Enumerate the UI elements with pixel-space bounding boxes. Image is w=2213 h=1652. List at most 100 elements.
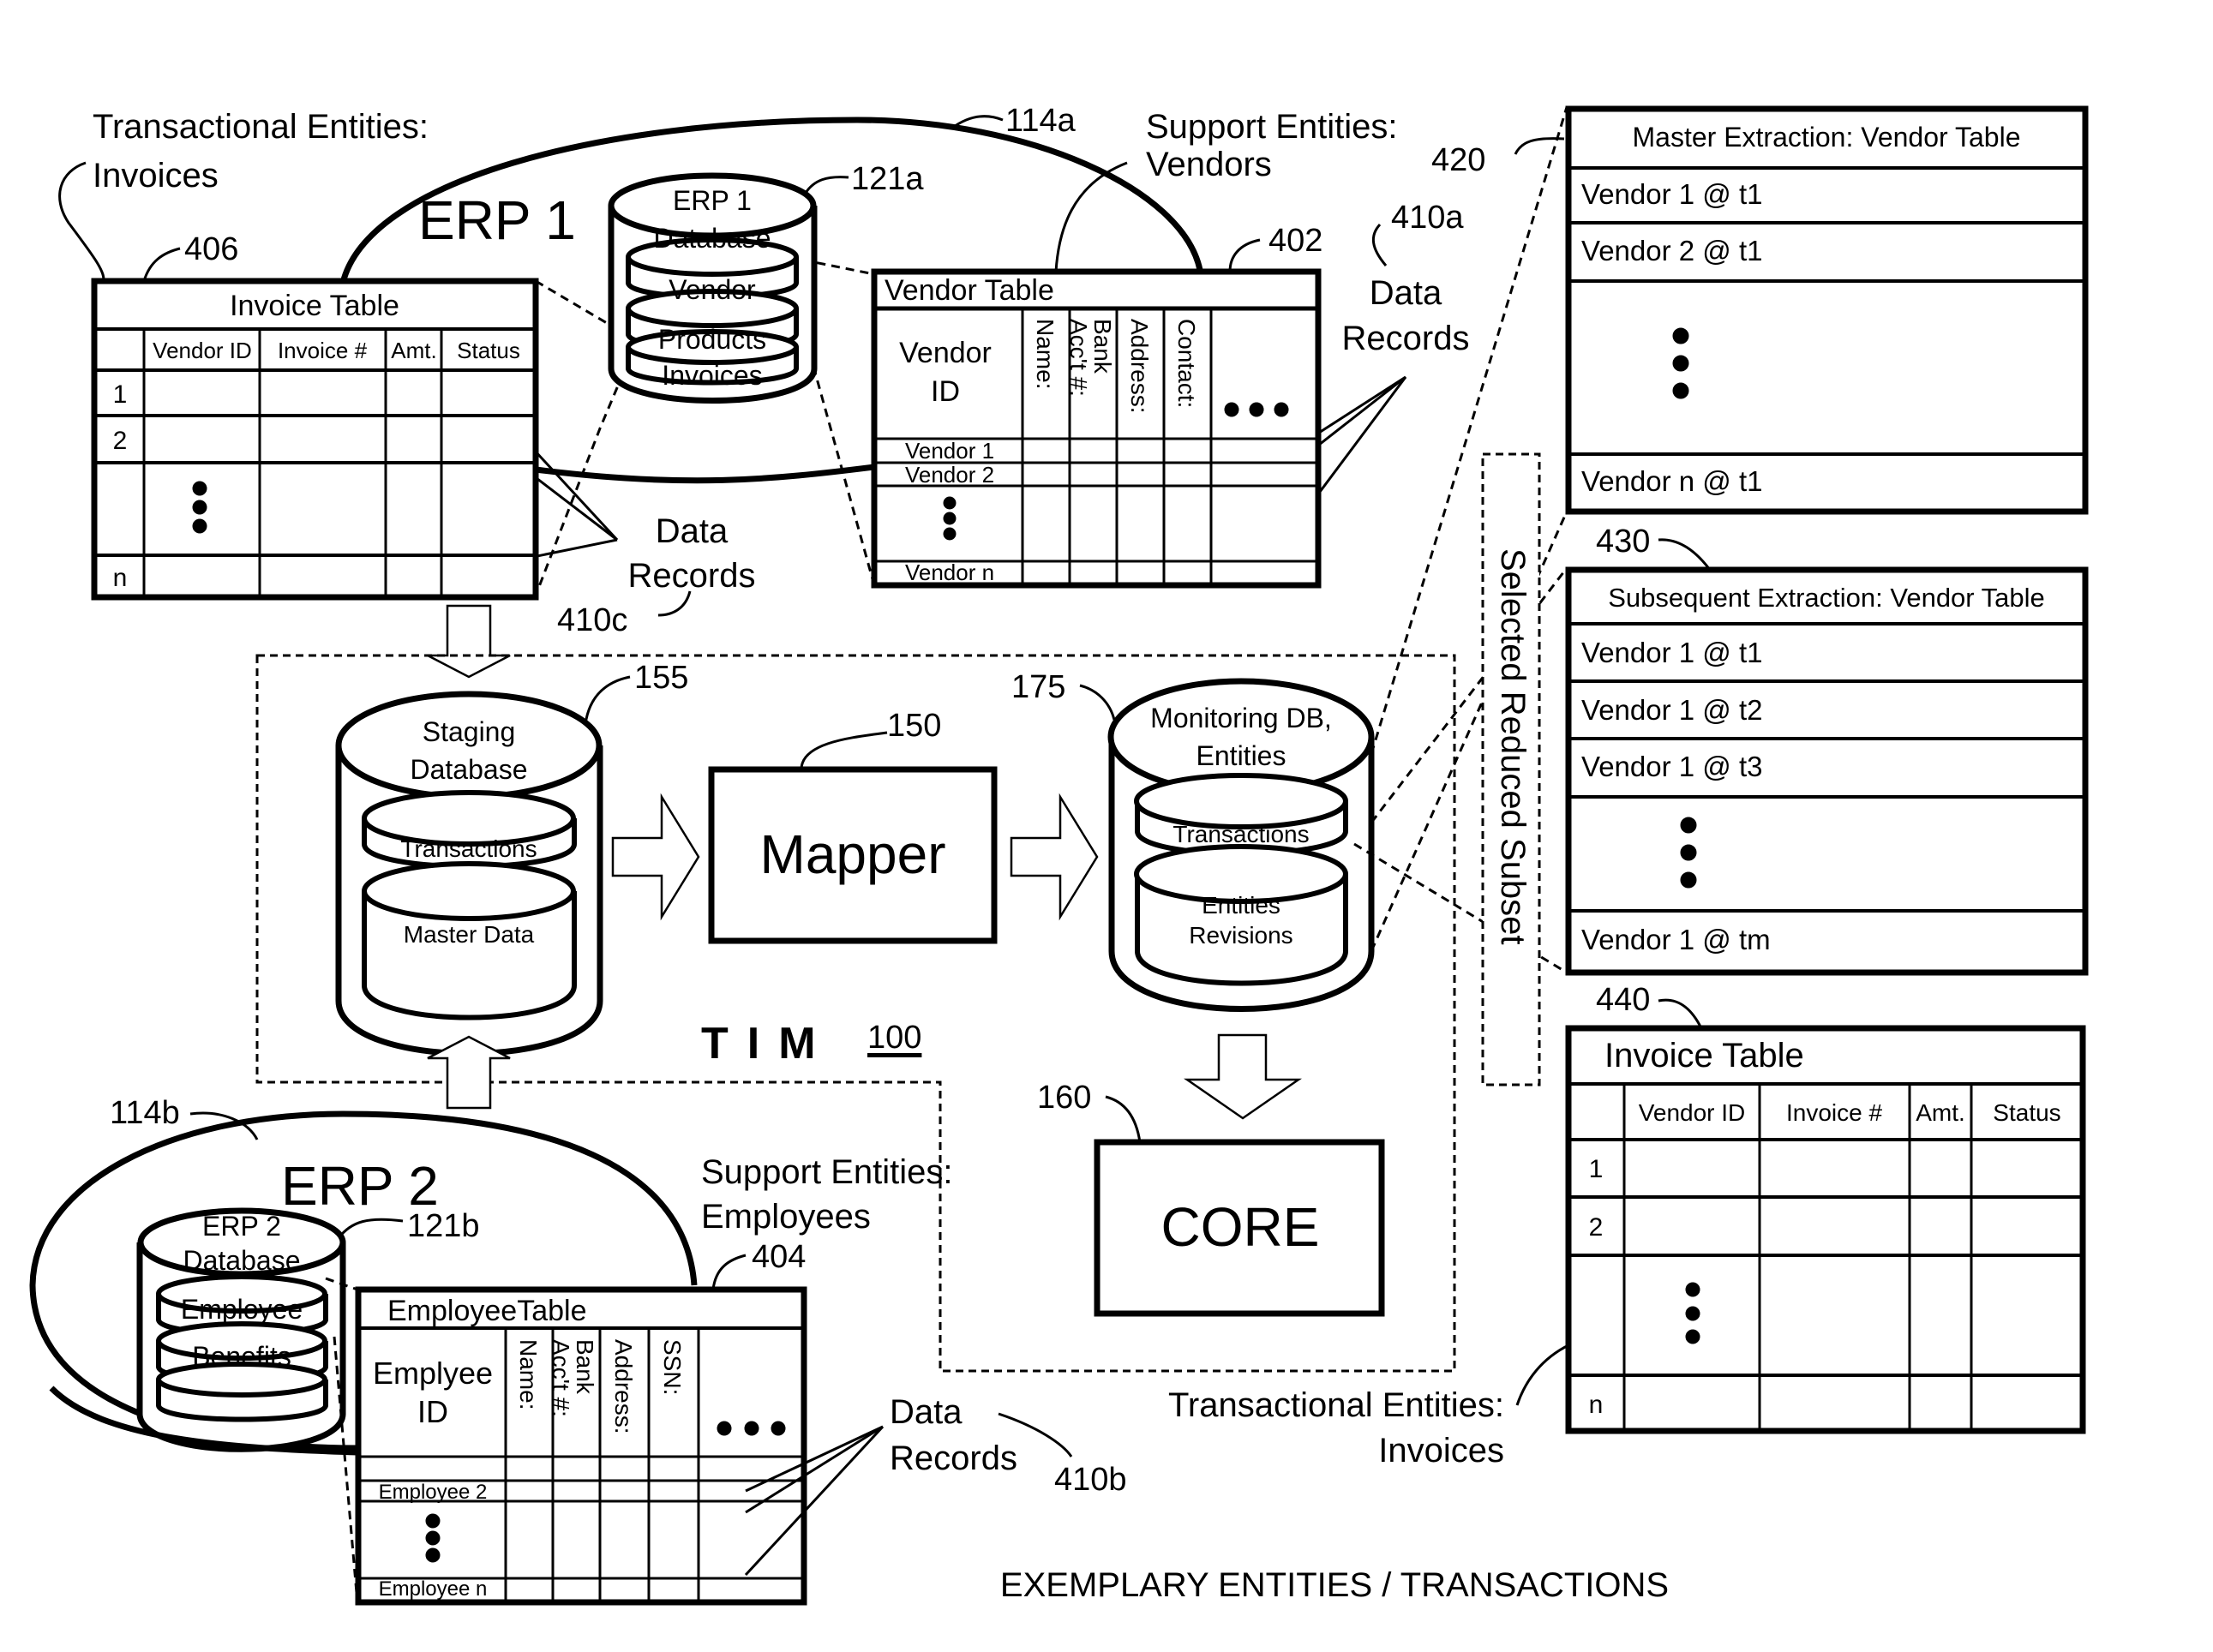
invoice-table-406-col-amt: Amt. bbox=[391, 338, 437, 363]
data-records-c-line2: Records bbox=[627, 557, 756, 595]
employee-table-row-n: Employee n bbox=[378, 1577, 488, 1601]
tim-title: TIM bbox=[701, 1019, 835, 1068]
vendor-table-col-address: Address: bbox=[1126, 319, 1153, 414]
leader-430 bbox=[1658, 538, 1712, 571]
monitoring-db-title-line1: Monitoring DB, bbox=[1150, 703, 1332, 733]
erp1-support-label-line1: Support Entities: bbox=[1146, 108, 1398, 146]
erp2-support-label-line1: Support Entities: bbox=[701, 1153, 953, 1191]
erp1-support-label-line2: Vendors bbox=[1146, 146, 1272, 183]
leader-420 bbox=[1514, 137, 1565, 155]
erp1-title: ERP 1 bbox=[418, 189, 576, 251]
invoice-table-440-row-2: 2 bbox=[1588, 1213, 1604, 1242]
erp1-vendor-table-ref: 402 bbox=[1268, 223, 1323, 259]
erp2-db-layer-benefits: Benefits bbox=[192, 1341, 291, 1372]
master-extraction-row-1: Vendor 1 @ t1 bbox=[1581, 178, 1763, 210]
erp1-transactional-label-line2: Invoices bbox=[93, 157, 219, 195]
arrow-monitoring-to-core bbox=[1183, 1033, 1303, 1120]
leader-121a bbox=[804, 176, 849, 194]
vendor-table-row-n: Vendor n bbox=[904, 560, 995, 585]
invoice-table-406-col-invoice-no: Invoice # bbox=[277, 338, 368, 363]
employee-table-id-header-line1: Emplyee bbox=[372, 1356, 494, 1391]
leader-160 bbox=[1105, 1095, 1142, 1143]
erp1-db-title-line1: ERP 1 bbox=[673, 185, 752, 216]
staging-db-layer-transactions: Transactions bbox=[400, 835, 537, 862]
subsequent-extraction-title: Subsequent Extraction: Vendor Table bbox=[1608, 583, 2045, 613]
staging-db-layer-master-data: Master Data bbox=[403, 921, 535, 948]
diagram-canvas bbox=[29, 105, 2089, 1606]
monitoring-db-layer-transactions: Transactions bbox=[1172, 821, 1310, 847]
employee-table-row-2: Employee 2 bbox=[378, 1481, 488, 1504]
erp2-support-label-line2: Employees bbox=[701, 1198, 871, 1236]
figure-caption: EXEMPLARY ENTITIES / TRANSACTIONS bbox=[999, 1566, 1670, 1604]
invoice-table-406-row-n: n bbox=[112, 564, 128, 592]
vendor-table-row-1: Vendor 1 bbox=[904, 438, 995, 464]
leader-440 bbox=[1658, 998, 1703, 1029]
data-records-a-ref: 410a bbox=[1391, 200, 1464, 236]
vendor-table-col-bank-acct: Bank Acc't #: bbox=[1065, 319, 1116, 397]
invoice-table-440-col-invoice-no: Invoice # bbox=[1785, 1099, 1883, 1126]
invoice-table-440-title: Invoice Table bbox=[1604, 1037, 1804, 1074]
erp2-db-layer-employee: Employee bbox=[180, 1294, 303, 1325]
erp2-db-title-line1: ERP 2 bbox=[202, 1211, 281, 1242]
monitoring-db-title-line2: Entities bbox=[1196, 740, 1286, 771]
invoice-table-440-ref: 440 bbox=[1596, 982, 1651, 1018]
vendor-table-row-2: Vendor 2 bbox=[904, 462, 995, 488]
core-label: CORE bbox=[1160, 1196, 1320, 1258]
leader-155 bbox=[584, 675, 631, 725]
leader-transactional-440 bbox=[1515, 1344, 1569, 1406]
arrow-down-into-tim bbox=[427, 604, 511, 679]
tim-ref: 100 bbox=[867, 1020, 922, 1056]
invoice-table-440-col-status: Status bbox=[1993, 1099, 2061, 1126]
monitoring-db-layer-revisions: Revisions bbox=[1189, 922, 1293, 949]
data-records-a-line1: Data bbox=[1369, 274, 1442, 312]
data-records-b-ref: 410b bbox=[1054, 1462, 1127, 1498]
staging-database-cylinder bbox=[335, 691, 603, 1056]
master-extraction-row-2: Vendor 2 @ t1 bbox=[1581, 235, 1763, 266]
subsequent-extraction-row-t2: Vendor 1 @ t2 bbox=[1581, 694, 1763, 726]
erp1-transactional-label-line1: Transactional Entities: bbox=[93, 108, 429, 146]
arrow-staging-to-mapper bbox=[611, 793, 700, 921]
employee-table-ref: 404 bbox=[752, 1239, 807, 1275]
leader-175 bbox=[1079, 684, 1116, 721]
staging-db-ref: 155 bbox=[634, 660, 689, 696]
data-records-c-line1: Data bbox=[655, 512, 729, 550]
employee-table-col-name: Name: bbox=[515, 1339, 542, 1410]
master-extraction-ref: 420 bbox=[1431, 142, 1486, 178]
master-extraction-table bbox=[1565, 105, 2089, 515]
staging-db-title-line2: Database bbox=[410, 754, 528, 785]
employee-table-title: EmployeeTable bbox=[387, 1295, 587, 1327]
invoice-table-406-row-1: 1 bbox=[112, 380, 128, 409]
subsequent-extraction-ref: 430 bbox=[1596, 524, 1651, 560]
vendor-table-id-header-line2: ID bbox=[931, 375, 960, 408]
vendor-table-col-contact: Contact: bbox=[1173, 319, 1200, 409]
erp1-db-layer-invoices: Invoices bbox=[662, 360, 763, 391]
erp1-db-layer-products: Products bbox=[657, 324, 767, 355]
leader-410c bbox=[657, 590, 692, 617]
invoice-table-440-row-1: 1 bbox=[1588, 1155, 1604, 1183]
data-records-b-line2: Records bbox=[890, 1440, 1017, 1477]
vendor-table-id-header-line1: Vendor bbox=[899, 337, 992, 369]
employee-table-404 bbox=[355, 1286, 807, 1606]
mapper-label: Mapper bbox=[759, 823, 946, 885]
data-records-b-line1: Data bbox=[890, 1393, 963, 1431]
invoice-table-440-label-line1: Transactional Entities: bbox=[1167, 1386, 1504, 1424]
selected-subset-label: Selected Reduced Subset bbox=[1494, 548, 1532, 945]
leader-410a bbox=[1371, 223, 1388, 266]
erp1-invoice-table-ref: 406 bbox=[184, 231, 239, 267]
erp1-db-layer-vendor: Vendor bbox=[669, 274, 756, 305]
erp1-db-ref: 121a bbox=[851, 161, 924, 197]
leader-404 bbox=[711, 1254, 747, 1290]
leader-150 bbox=[800, 731, 888, 770]
invoice-table-406-col-status: Status bbox=[457, 338, 520, 363]
erp2-title: ERP 2 bbox=[281, 1155, 439, 1217]
leader-406 bbox=[142, 247, 181, 282]
invoice-table-440 bbox=[1565, 1025, 2086, 1434]
subsequent-extraction-row-t1: Vendor 1 @ t1 bbox=[1581, 637, 1763, 668]
leader-121b bbox=[337, 1218, 404, 1239]
mapper-ref: 150 bbox=[887, 708, 942, 744]
invoice-table-406 bbox=[91, 278, 539, 601]
invoice-table-440-col-amt: Amt. bbox=[1916, 1099, 1965, 1126]
erp2-db-ref: 121b bbox=[407, 1208, 480, 1244]
invoice-table-440-row-n: n bbox=[1588, 1391, 1604, 1419]
erp1-ref: 114a bbox=[1005, 103, 1076, 139]
